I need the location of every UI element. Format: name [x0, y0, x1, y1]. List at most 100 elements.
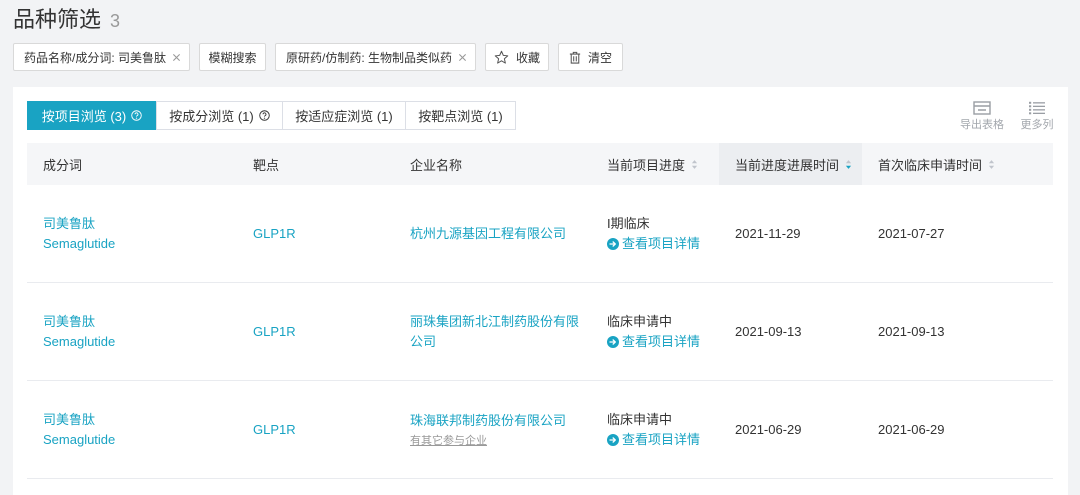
help-icon[interactable] — [131, 110, 142, 121]
ingredient-name-en[interactable]: Semaglutide — [43, 234, 115, 254]
filter-bar: 药品名称/成分词: 司美鲁肽 模糊搜索 原研药/仿制药: 生物制品类似药 收藏 … — [13, 43, 623, 71]
column-header-first-application-date[interactable]: 首次临床申请时间 — [862, 143, 1053, 185]
favorite-button[interactable]: 收藏 — [485, 43, 549, 71]
progress-date: 2021-06-29 — [735, 421, 802, 437]
column-header-ingredient: 成分词 — [27, 143, 237, 185]
column-header-target: 靶点 — [237, 143, 394, 185]
cell-first-application-date: 2021-09-13 — [862, 283, 1053, 380]
column-label: 当前进度进展时间 — [735, 157, 840, 173]
column-header-current-progress[interactable]: 当前项目进度 — [591, 143, 719, 185]
cell-ingredient: 司美鲁肽 Semaglutide — [27, 381, 237, 478]
column-label: 当前项目进度 — [607, 157, 686, 173]
cell-progress-date: 2021-06-29 — [719, 381, 862, 478]
cell-company: 珠海联邦制药股份有限公司 有其它参与企业 — [394, 381, 591, 478]
sort-icon[interactable] — [988, 159, 995, 170]
column-label: 首次临床申请时间 — [878, 157, 983, 173]
cell-company: 丽珠集团新北江制药股份有限公司 — [394, 283, 591, 380]
column-label: 成分词 — [43, 157, 83, 173]
other-participants-link[interactable]: 有其它参与企业 — [410, 433, 487, 449]
ingredient-link[interactable]: 司美鲁肽 Semaglutide — [43, 214, 115, 254]
cell-target: GLP1R — [237, 381, 394, 478]
ingredient-name-cn[interactable]: 司美鲁肽 — [43, 214, 115, 234]
column-header-company: 企业名称 — [394, 143, 591, 185]
results-table: 成分词 靶点 企业名称 当前项目进度 当前进度进展时间 首次临床申请时间 司美鲁… — [27, 143, 1053, 479]
tab-by-ingredient[interactable]: 按成分浏览 (1) — [156, 101, 283, 130]
cell-progress: I期临床 查看项目详情 — [591, 185, 719, 282]
export-table-button[interactable]: 导出表格 — [957, 101, 1007, 131]
page-title-text: 品种筛选 — [13, 7, 102, 32]
sort-icon[interactable] — [691, 159, 698, 170]
view-details-label[interactable]: 查看项目详情 — [622, 332, 700, 352]
arrow-circle-right-icon — [607, 335, 619, 348]
tab-label: 按成分浏览 (1) — [169, 109, 254, 124]
tab-label: 按靶点浏览 (1) — [418, 109, 503, 124]
list-icon — [1029, 101, 1045, 115]
ingredient-link[interactable]: 司美鲁肽 Semaglutide — [43, 410, 115, 450]
cell-first-application-date: 2021-07-27 — [862, 185, 1053, 282]
company-link[interactable]: 丽珠集团新北江制药股份有限公司 — [410, 312, 582, 352]
clear-label: 清空 — [587, 50, 612, 65]
cell-target: GLP1R — [237, 283, 394, 380]
tab-label: 按项目浏览 (3) — [41, 109, 127, 124]
table-row: 司美鲁肽 Semaglutide GLP1R 珠海联邦制药股份有限公司 有其它参… — [27, 381, 1053, 479]
column-label: 企业名称 — [410, 157, 463, 173]
cell-ingredient: 司美鲁肽 Semaglutide — [27, 283, 237, 380]
first-application-date: 2021-06-29 — [878, 421, 945, 437]
help-icon[interactable] — [259, 110, 270, 121]
trash-icon — [569, 51, 581, 64]
view-tabs: 按项目浏览 (3) 按成分浏览 (1) 按适应症浏览 (1) 按靶点浏览 (1) — [27, 101, 516, 130]
view-details-label[interactable]: 查看项目详情 — [622, 234, 700, 254]
fuzzy-search-button[interactable]: 模糊搜索 — [199, 43, 266, 71]
view-details-link[interactable]: 查看项目详情 — [607, 430, 700, 450]
tab-by-indication[interactable]: 按适应症浏览 (1) — [282, 101, 406, 130]
star-icon — [494, 50, 509, 64]
clear-button[interactable]: 清空 — [558, 43, 623, 71]
column-header-progress-date[interactable]: 当前进度进展时间 — [719, 143, 862, 185]
company-link[interactable]: 杭州九源基因工程有限公司 — [410, 224, 566, 244]
filter-chip-label: 药品名称/成分词: 司美鲁肽 — [24, 50, 167, 65]
close-icon[interactable] — [457, 52, 467, 62]
cell-progress-date: 2021-11-29 — [719, 185, 862, 282]
arrow-circle-right-icon — [607, 237, 619, 250]
ingredient-name-en[interactable]: Semaglutide — [43, 332, 115, 352]
cell-company: 杭州九源基因工程有限公司 — [394, 185, 591, 282]
filter-chip-drug-name[interactable]: 药品名称/成分词: 司美鲁肽 — [13, 43, 190, 71]
cell-target: GLP1R — [237, 185, 394, 282]
view-details-link[interactable]: 查看项目详情 — [607, 332, 700, 352]
progress-date: 2021-11-29 — [735, 225, 801, 241]
sort-icon[interactable] — [845, 159, 852, 170]
progress-status: I期临床 — [607, 215, 650, 231]
view-details-label[interactable]: 查看项目详情 — [622, 430, 700, 450]
target-link[interactable]: GLP1R — [253, 224, 296, 244]
results-card: 按项目浏览 (3) 按成分浏览 (1) 按适应症浏览 (1) 按靶点浏览 (1)… — [13, 87, 1068, 495]
progress-status: 临床申请中 — [607, 411, 673, 427]
cell-progress: 临床申请中 查看项目详情 — [591, 381, 719, 478]
export-label: 导出表格 — [960, 119, 1004, 131]
first-application-date: 2021-07-27 — [878, 225, 945, 241]
ingredient-link[interactable]: 司美鲁肽 Semaglutide — [43, 312, 115, 352]
target-link[interactable]: GLP1R — [253, 420, 296, 440]
tab-by-target[interactable]: 按靶点浏览 (1) — [405, 101, 516, 130]
close-icon[interactable] — [171, 52, 181, 62]
ingredient-name-en[interactable]: Semaglutide — [43, 430, 115, 450]
favorite-label: 收藏 — [515, 50, 540, 65]
ingredient-name-cn[interactable]: 司美鲁肽 — [43, 312, 115, 332]
page-title: 品种筛选 3 — [13, 4, 120, 36]
target-link[interactable]: GLP1R — [253, 322, 296, 342]
company-link[interactable]: 珠海联邦制药股份有限公司 — [410, 411, 566, 431]
fuzzy-search-label: 模糊搜索 — [208, 50, 257, 65]
ingredient-name-cn[interactable]: 司美鲁肽 — [43, 410, 115, 430]
view-details-link[interactable]: 查看项目详情 — [607, 234, 700, 254]
first-application-date: 2021-09-13 — [878, 323, 945, 339]
cell-progress-date: 2021-09-13 — [719, 283, 862, 380]
filter-chip-originator-generic[interactable]: 原研药/仿制药: 生物制品类似药 — [275, 43, 476, 71]
cell-ingredient: 司美鲁肽 Semaglutide — [27, 185, 237, 282]
cell-progress: 临床申请中 查看项目详情 — [591, 283, 719, 380]
more-columns-button[interactable]: 更多列 — [1017, 101, 1057, 131]
progress-date: 2021-09-13 — [735, 323, 802, 339]
cell-first-application-date: 2021-06-29 — [862, 381, 1053, 478]
table-row: 司美鲁肽 Semaglutide GLP1R 杭州九源基因工程有限公司 I期临床… — [27, 185, 1053, 283]
column-label: 靶点 — [253, 157, 280, 173]
tab-by-project[interactable]: 按项目浏览 (3) — [27, 101, 157, 130]
export-icon — [973, 101, 991, 115]
